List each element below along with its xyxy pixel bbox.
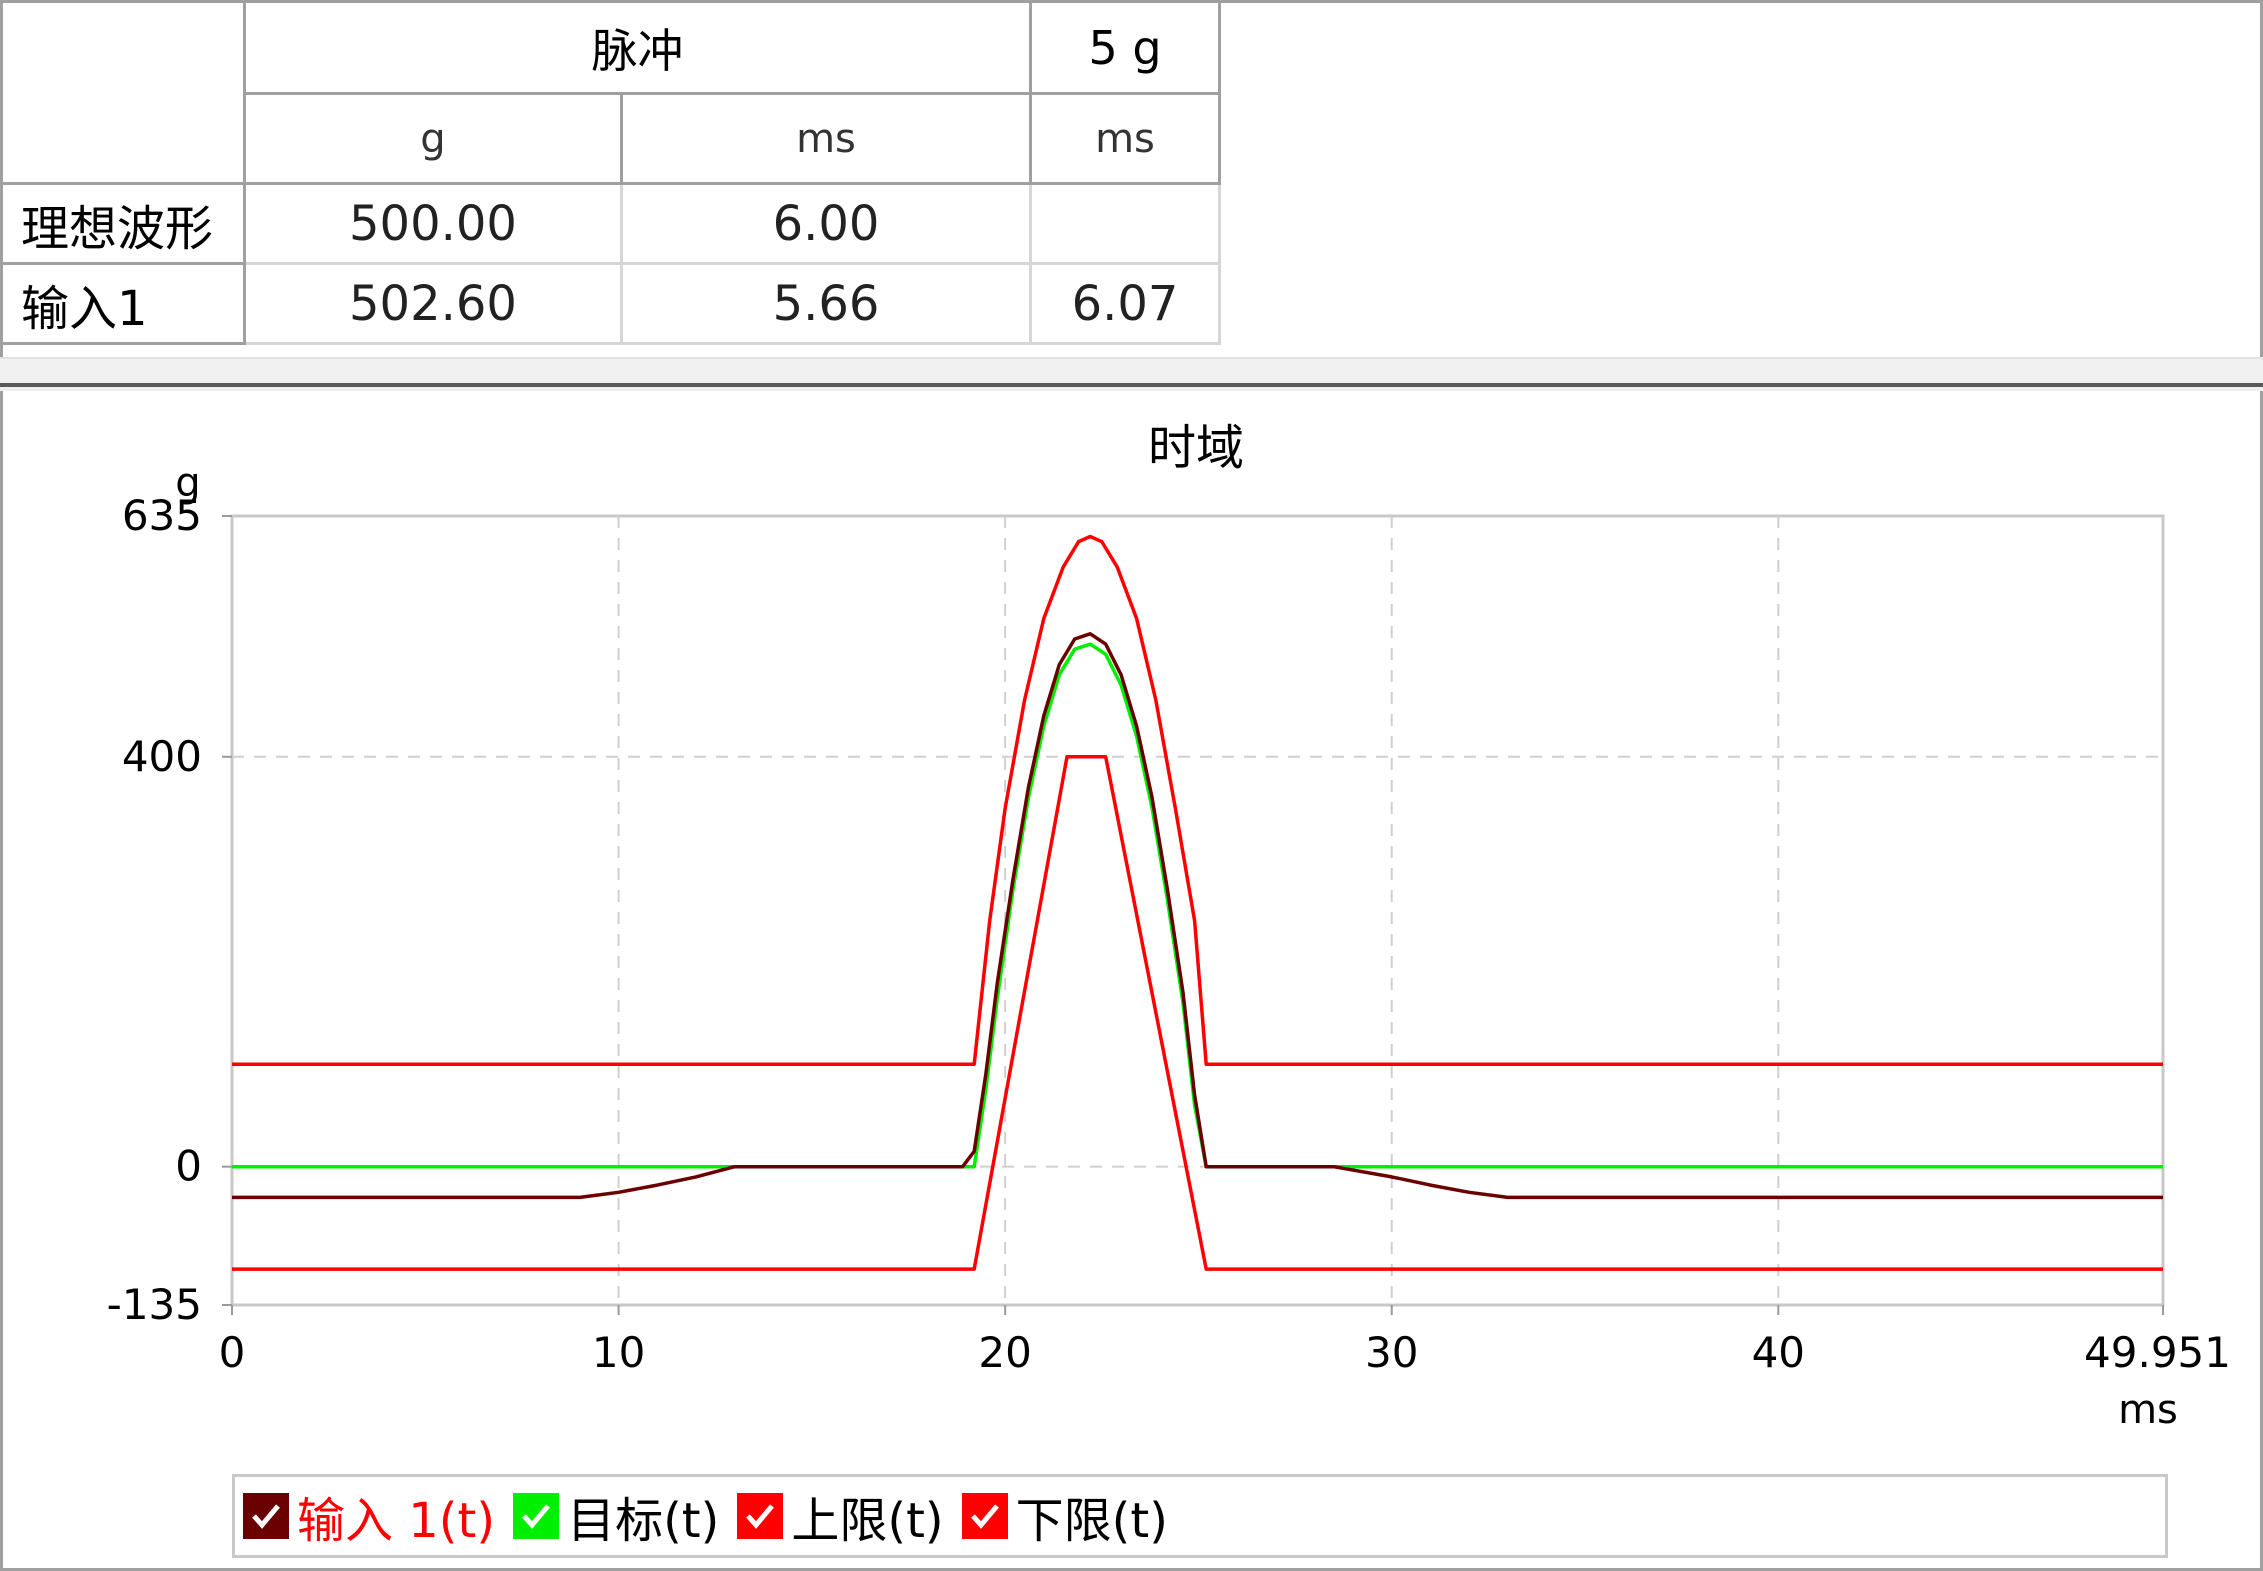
x-tick-label: 30 (1365, 1328, 1418, 1377)
y-tick-label: -135 (107, 1280, 202, 1329)
row-label-ideal: 理想波形 (0, 182, 246, 265)
checkbox-icon[interactable] (737, 1493, 784, 1539)
x-tick-label: 10 (592, 1328, 645, 1377)
checkbox-icon[interactable] (961, 1493, 1008, 1539)
legend-item-upper[interactable]: 上限(t) (737, 1481, 944, 1551)
row-label-input1: 输入1 (0, 262, 246, 345)
cell-peak: 500.00 (243, 182, 623, 265)
pulse-table: 脉冲 5 g g ms ms 理想波形 500.00 6.00 输入1 502.… (0, 0, 1221, 345)
chart-title: 时域 (1148, 420, 1244, 476)
table-corner (1, 1, 246, 185)
time-domain-chart: 635 400 0 -135 0 10 20 30 40 49.951 g ms 时域 (0, 390, 2263, 1571)
unit-ms-2: ms (1029, 92, 1221, 185)
cell-peak: 502.60 (243, 262, 623, 345)
chart-svg: 6354000-1350 10 20 30 40 49.951gms时域 (107, 420, 2231, 1433)
checkbox-icon[interactable] (513, 1493, 560, 1539)
legend-item-lower[interactable]: 下限(t) (961, 1481, 1168, 1551)
header-5g: 5 g (1029, 0, 1221, 95)
checkbox-icon[interactable] (243, 1493, 289, 1539)
cell-5g: 6.07 (1029, 262, 1221, 345)
chart-legend: 输入 1(t) 目标(t) 上限(t) 下限(t) (232, 1474, 2168, 1558)
legend-label: 下限(t) (1015, 1493, 1168, 1549)
cell-duration: 5.66 (620, 262, 1032, 345)
x-axis-label: ms (2118, 1387, 2178, 1433)
table-row[interactable]: 理想波形 500.00 6.00 (0, 182, 1221, 265)
y-tick-label: 400 (122, 732, 202, 781)
legend-label: 输入 1(t) (297, 1493, 496, 1549)
x-tick-label: 40 (1752, 1328, 1805, 1377)
cell-duration: 6.00 (620, 182, 1032, 265)
legend-item-input1[interactable]: 输入 1(t) (243, 1481, 495, 1551)
cell-5g (1029, 182, 1221, 265)
y-tick-label: 0 (175, 1142, 202, 1191)
splitter-line (0, 383, 2263, 387)
legend-label: 目标(t) (567, 1493, 720, 1549)
unit-ms: ms (620, 92, 1032, 185)
plot-area (230, 514, 2165, 1307)
table-row[interactable]: 输入1 502.60 5.66 6.07 (0, 262, 1221, 345)
header-pulse: 脉冲 (243, 0, 1032, 95)
legend-item-target[interactable]: 目标(t) (513, 1481, 719, 1551)
x-tick-label: 0 (219, 1328, 246, 1377)
x-tick-label: 49.951 (2084, 1328, 2231, 1377)
x-tick-label: 20 (978, 1328, 1031, 1377)
legend-label: 上限(t) (791, 1493, 944, 1549)
y-axis-label: g (175, 460, 200, 506)
unit-g: g (243, 92, 623, 185)
